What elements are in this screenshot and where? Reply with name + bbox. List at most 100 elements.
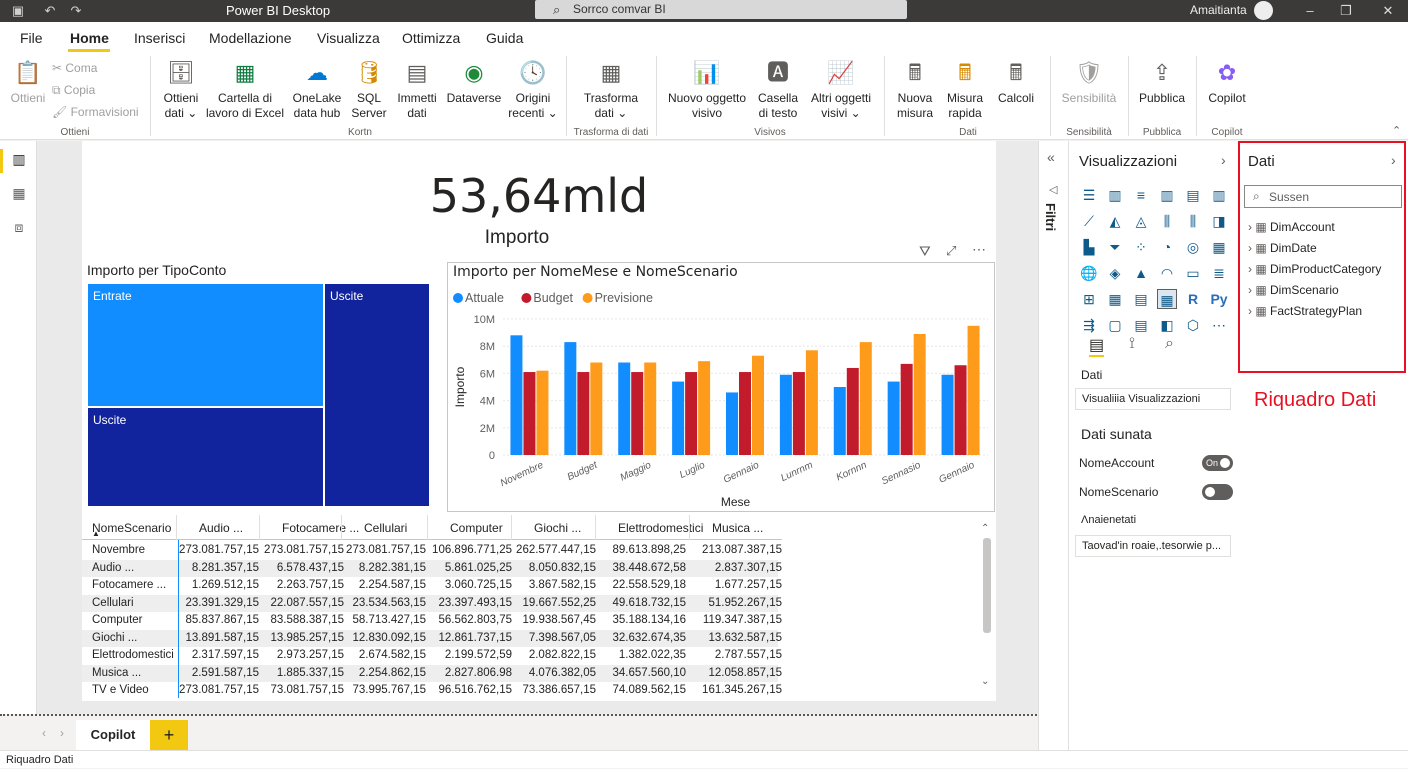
scatter-icon[interactable]: ⁘	[1131, 237, 1151, 257]
key-influencers-icon[interactable]: ⇶	[1079, 315, 1099, 335]
excel-workbook-button[interactable]: ▦ Cartella di lavoro di Excel	[205, 58, 285, 121]
python-visual-icon[interactable]: Py	[1209, 289, 1229, 309]
menu-ottimizza[interactable]: Ottimizza	[402, 30, 460, 46]
matrix-table[interactable]: NomeScenario Audio ... Fotocamere ... Cellu…	[82, 515, 996, 700]
filters-pane[interactable]: « ◁ Filtri	[1038, 141, 1068, 750]
column-header[interactable]: Audio ...	[199, 521, 243, 535]
add-page-button[interactable]: +	[150, 720, 188, 750]
table-row[interactable]: Cellulari 23.391.329,15 22.087.557,15 23.53…	[82, 594, 782, 612]
column-divider[interactable]	[595, 515, 596, 540]
column-divider[interactable]	[511, 515, 512, 540]
user-name[interactable]: Amaitianta	[1190, 3, 1247, 17]
r-visual-icon[interactable]: R	[1183, 289, 1203, 309]
column-header[interactable]: Fotocamere ...	[282, 521, 359, 535]
table-row[interactable]: Musica ... 2.591.587,15 1.885.337,15 2.254.…	[82, 664, 782, 682]
minimize-button[interactable]: –	[1300, 1, 1320, 20]
column-header[interactable]: Cellulari	[364, 521, 407, 535]
format-painter-button[interactable]: 🖌 Formavisioni	[52, 105, 139, 119]
column-divider[interactable]	[341, 515, 342, 540]
collapse-panes-icon[interactable]: «	[1047, 149, 1055, 165]
maximize-button[interactable]: ❐	[1336, 1, 1356, 20]
column-header[interactable]: NomeScenario	[92, 521, 171, 535]
sort-asc-icon[interactable]: ▲	[92, 529, 100, 538]
cut-button[interactable]: ✂ Coma	[52, 61, 97, 75]
column-divider[interactable]	[427, 515, 428, 540]
column-header[interactable]: Elettrodomestici	[618, 521, 703, 535]
chevron-right-icon[interactable]: ›	[1221, 152, 1226, 168]
scroll-down-icon[interactable]: ⌄	[981, 676, 989, 687]
gauge-icon[interactable]: ◠	[1157, 263, 1177, 283]
column-header[interactable]: Giochi ...	[534, 521, 581, 535]
search-box[interactable]: ⌕ Sorrco comvar BI	[535, 0, 907, 19]
table-view-icon[interactable]: ▦	[10, 185, 28, 203]
more-visuals-icon[interactable]: ⋯	[1209, 315, 1229, 335]
collapse-ribbon-icon[interactable]: ⌃	[1392, 124, 1401, 137]
field-well-input[interactable]: Taovad'in roaie,.tesorwie p...	[1075, 535, 1231, 557]
kpi-icon[interactable]: ⊞	[1079, 289, 1099, 309]
quick-measure-button[interactable]: 🖩 Misura rapida	[942, 58, 988, 121]
decomposition-icon[interactable]: ⬡	[1183, 315, 1203, 335]
toggle-nomescenario[interactable]	[1202, 484, 1233, 500]
menu-visualizza[interactable]: Visualizza	[317, 30, 380, 46]
more-visuals-button[interactable]: 📈 Altri oggetti visivi ⌄	[806, 58, 876, 121]
scroll-up-icon[interactable]: ⌃	[981, 523, 989, 534]
next-page-icon[interactable]: ›	[60, 726, 64, 740]
donut-icon[interactable]: ◎	[1183, 237, 1203, 257]
clustered-column-icon[interactable]: ▥	[1157, 185, 1177, 205]
table-row[interactable]: Audio ... 8.281.357,15 6.578.437,15 8.282.3…	[82, 559, 782, 577]
column-header[interactable]: Musica ...	[712, 521, 763, 535]
onelake-button[interactable]: ☁ OneLake data hub	[290, 58, 344, 121]
stacked-bar-100-icon[interactable]: ▤	[1183, 185, 1203, 205]
slicer-icon[interactable]: ▦	[1105, 289, 1125, 309]
clustered-bar-icon[interactable]: ≡	[1131, 185, 1151, 205]
table-row[interactable]: Fotocamere ... 1.269.512,15 2.263.757,15 2.…	[82, 577, 782, 595]
funnel-icon[interactable]: ⏷	[1105, 237, 1125, 257]
avatar[interactable]	[1254, 1, 1273, 20]
analytics-tab-icon[interactable]: ⌕	[1165, 335, 1174, 353]
publish-button[interactable]: ⇪ Pubblica	[1134, 58, 1190, 106]
card-icon[interactable]: ▭	[1183, 263, 1203, 283]
column-divider[interactable]	[259, 515, 260, 540]
recent-sources-button[interactable]: 🕓 Origini recenti ⌄	[506, 58, 560, 121]
treemap-tile[interactable]: Uscite	[88, 408, 323, 506]
sql-server-button[interactable]: 🛢 SQL Server	[349, 58, 389, 121]
matrix-icon[interactable]: ▦	[1157, 289, 1177, 309]
undo-icon[interactable]: ↶	[42, 3, 58, 19]
ribbon-chart-icon[interactable]: ◨	[1209, 211, 1229, 231]
more-options-icon[interactable]: ⋯	[972, 241, 986, 258]
power-apps-icon[interactable]: ◧	[1157, 315, 1177, 335]
table-row[interactable]: Computer 85.837.867,15 83.588.387,15 58.713…	[82, 612, 782, 630]
column-header[interactable]: Computer	[450, 521, 503, 535]
pie-icon[interactable]: ◔	[1157, 237, 1177, 257]
bar-chart[interactable]: Importo per NomeMese e NomeScenario Attua…	[447, 262, 995, 512]
enter-data-button[interactable]: ▤ Immetti dati	[394, 58, 440, 121]
report-view-icon[interactable]: ▥	[10, 151, 28, 169]
stacked-bar-icon[interactable]: ☰	[1079, 185, 1099, 205]
stacked-column-icon[interactable]: ▥	[1105, 185, 1125, 205]
menu-modellazione[interactable]: Modellazione	[209, 30, 292, 46]
get-data-button[interactable]: 🗄 Ottieni dati ⌄	[156, 58, 206, 121]
treemap-icon[interactable]: ▦	[1209, 237, 1229, 257]
copy-button[interactable]: ⧉ Copia	[52, 83, 95, 98]
filter-icon[interactable]: ⛛	[919, 243, 931, 260]
save-icon[interactable]: ▣	[10, 3, 26, 19]
menu-file[interactable]: File	[20, 30, 43, 46]
area-icon[interactable]: ◭	[1105, 211, 1125, 231]
menu-inserisci[interactable]: Inserisci	[134, 30, 185, 46]
table-row[interactable]: TV e Video 273.081.757,15 73.081.757,15 73.…	[82, 682, 782, 700]
azure-map-icon[interactable]: ▲	[1131, 263, 1151, 283]
multirow-card-icon[interactable]: ≣	[1209, 263, 1229, 283]
qa-icon[interactable]: ▢	[1105, 315, 1125, 335]
model-view-icon[interactable]: ⧈	[10, 219, 28, 237]
column-100-icon[interactable]: ▥	[1209, 185, 1229, 205]
prev-page-icon[interactable]: ‹	[42, 726, 46, 740]
sensitivity-button[interactable]: 🛡 Sensibilità	[1056, 58, 1122, 106]
column-divider[interactable]	[176, 515, 177, 540]
table-row[interactable]: Novembre 273.081.757,15 273.081.757,15 273.…	[82, 542, 782, 560]
copilot-button[interactable]: ✿ Copilot	[1202, 58, 1252, 106]
redo-icon[interactable]: ↷	[68, 3, 84, 19]
map-icon[interactable]: 🌐	[1079, 263, 1099, 283]
column-divider[interactable]	[689, 515, 690, 540]
format-tab-icon[interactable]: ⟟	[1129, 335, 1135, 353]
waterfall-icon[interactable]: ▙	[1079, 237, 1099, 257]
